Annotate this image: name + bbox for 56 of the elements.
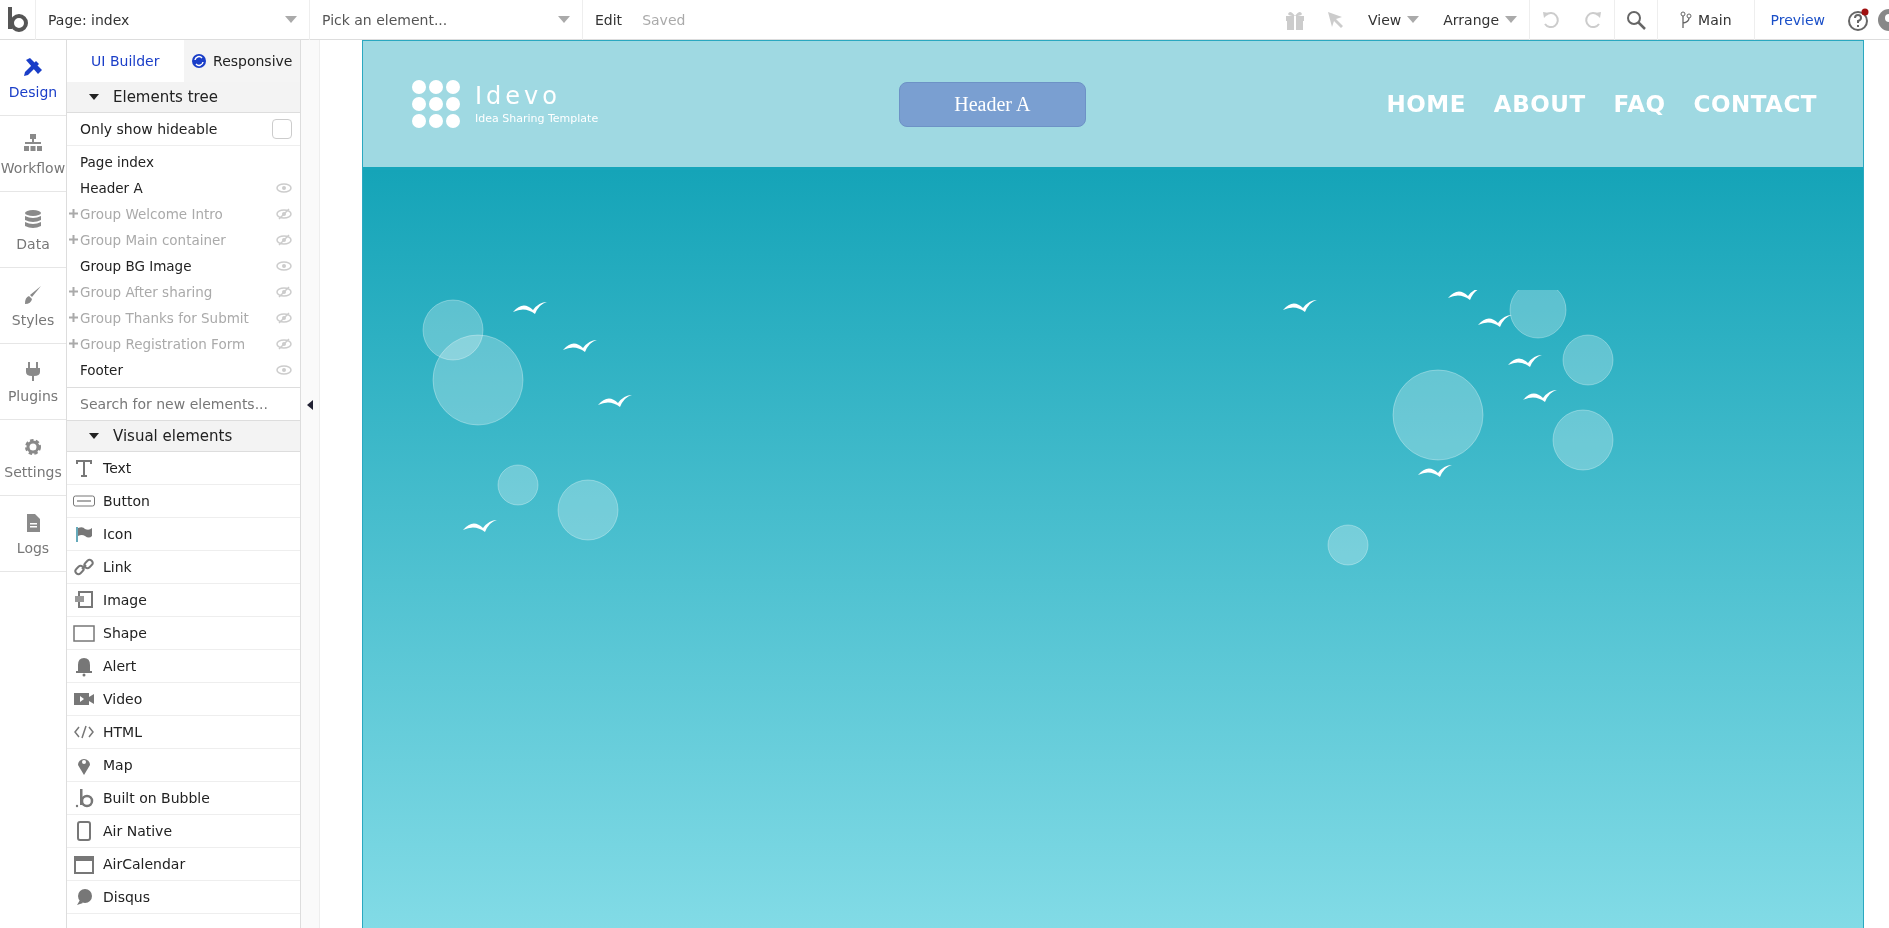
view-menu[interactable]: View [1356,0,1432,40]
triangle-icon [89,92,99,102]
eye-icon[interactable] [276,182,292,194]
nav-icon [22,131,44,154]
caret-icon[interactable] [558,15,570,24]
avatar-icon[interactable] [1877,7,1889,32]
checkbox[interactable] [272,119,292,139]
tree-item[interactable]: Group BG Image [80,258,276,274]
caret-icon[interactable] [1505,15,1518,24]
preview-button[interactable]: Preview [1754,0,1841,40]
nav-icon [22,207,44,230]
eye-slash-icon[interactable] [276,208,292,220]
triangle-icon [89,431,99,441]
brand-name: Idevo [475,83,562,108]
brand-tagline: Idea Sharing Template [475,111,599,125]
eye-icon[interactable] [276,364,292,376]
collapse-arrow-icon[interactable] [307,400,313,410]
element-icon [73,853,95,875]
section-header[interactable]: Elements tree [67,82,300,113]
plus-icon[interactable] [69,235,78,244]
nav-icon [22,283,44,306]
element-picker[interactable]: Pick an element... [310,0,583,40]
caret-icon[interactable] [1407,15,1420,24]
eye-slash-icon[interactable] [276,234,292,246]
plus-icon[interactable] [69,209,78,218]
element-icon [73,622,95,644]
save-status: Saved [641,11,687,28]
section-header[interactable]: Visual elements [67,421,300,452]
element-icon [73,655,95,677]
element-icon [73,589,95,611]
element-icon [73,457,95,479]
tree-item[interactable]: Footer [80,362,276,378]
eye-icon[interactable] [276,260,292,272]
tree-item[interactable]: Header A [80,180,276,196]
help-icon[interactable] [1847,7,1871,32]
nav-icon [22,55,44,78]
panel-tab[interactable]: Responsive [183,40,300,82]
tree-item[interactable]: Page index [80,154,292,170]
edit-menu[interactable]: Edit [583,0,635,40]
caret-icon[interactable] [285,15,297,24]
eye-slash-icon[interactable] [276,286,292,298]
filter-label: Only show hideable [80,121,218,137]
element-icon [73,556,95,578]
responsive-icon [191,53,208,69]
search-icon[interactable] [1625,8,1648,31]
eye-slash-icon[interactable] [276,312,292,324]
branch-button[interactable]: Main [1658,0,1754,40]
branch-icon [1680,10,1693,29]
plus-icon[interactable] [69,313,78,322]
plus-icon[interactable] [69,287,78,296]
plus-icon[interactable] [69,339,78,348]
eye-slash-icon[interactable] [276,338,292,350]
element-icon [73,787,95,809]
dots-logo-icon [411,79,461,129]
page-selector[interactable]: Page: index [36,0,310,40]
arrange-menu[interactable]: Arrange [1431,0,1530,40]
